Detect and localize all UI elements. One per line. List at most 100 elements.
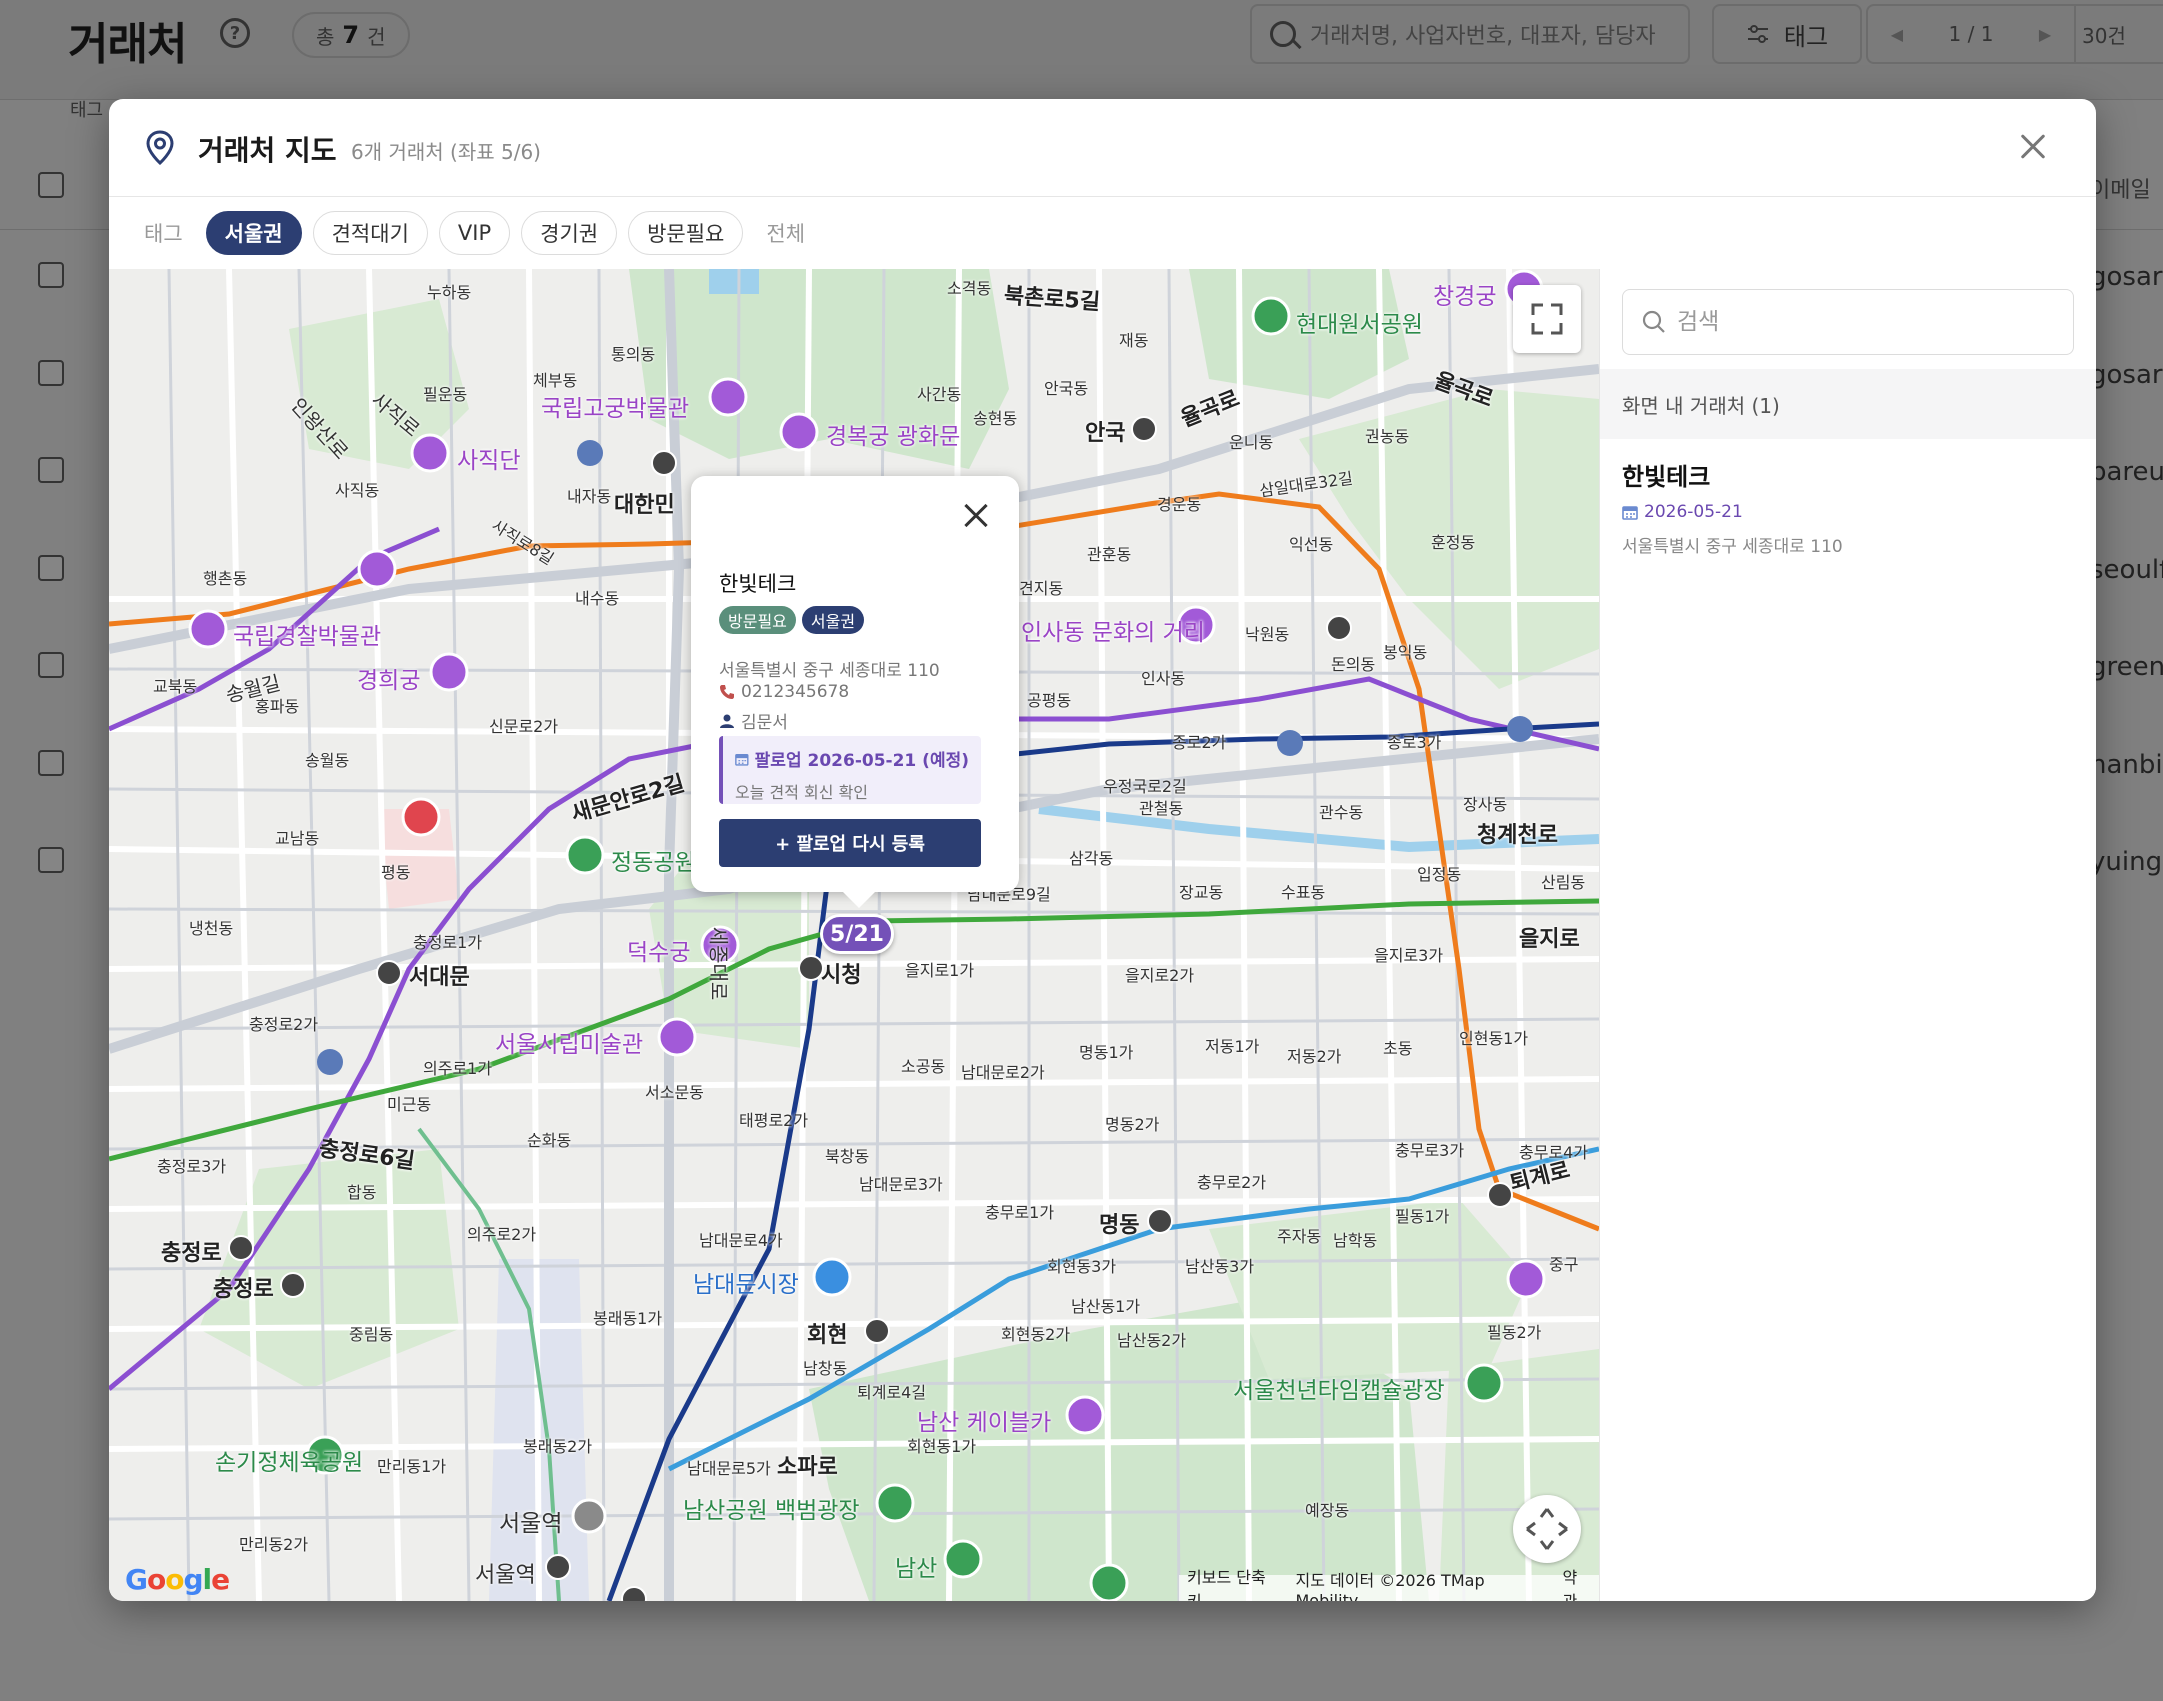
help-icon[interactable]: ? (220, 18, 250, 48)
area-hoehyeon1: 회현동1가 (907, 1437, 977, 1456)
poi-hyundai-park: 현대원서공원 (1296, 312, 1423, 338)
per-page-select[interactable]: 30건 (2064, 4, 2163, 64)
poi-seoul-museum-of-art: 서울시립미술관 (495, 1032, 644, 1058)
keyboard-shortcuts-link[interactable]: 키보드 단축키 (1187, 1564, 1277, 1601)
station-myeongdong: 명동 (1099, 1213, 1140, 1238)
row-checkbox[interactable] (38, 360, 64, 386)
email-column-header: 이메일 (2090, 178, 2151, 203)
list-item[interactable]: 한빛테크 2026-05-21 서울특별시 중구 세종대로 110 (1600, 439, 2096, 559)
row-checkbox[interactable] (38, 652, 64, 678)
tag-filter-label: 태그 (144, 222, 183, 246)
area-chungjeongro2: 충정로2가 (249, 1015, 319, 1034)
row-checkbox[interactable] (38, 262, 64, 288)
station-seodaemun: 서대문 (409, 965, 470, 990)
tag-chip-vip[interactable]: VIP (438, 211, 511, 255)
close-icon[interactable] (2015, 129, 2051, 165)
popup-tags: 방문필요 서울권 (719, 606, 865, 634)
map-data-credit: 지도 데이터 ©2026 TMap Mobility (1295, 1570, 1485, 1602)
area-sunhwa: 순화동 (527, 1131, 572, 1150)
tag-filter-button[interactable]: 태그 (1712, 4, 1862, 64)
popup-close-icon[interactable] (961, 500, 993, 532)
fullscreen-button[interactable] (1513, 285, 1581, 353)
area-sajik: 사직동 (335, 481, 380, 500)
sliders-icon (1747, 25, 1768, 43)
poi-namsan-park: 남산공원 백범광장 (683, 1498, 860, 1524)
popup-tag-seoul: 서울권 (801, 606, 865, 634)
area-chungmuro2: 충무로2가 (1197, 1173, 1267, 1192)
area-gyobuk: 교북동 (153, 677, 198, 696)
next-page-icon[interactable]: ▶ (2039, 25, 2051, 44)
select-all-checkbox[interactable] (38, 172, 64, 198)
row-checkbox[interactable] (38, 750, 64, 776)
pagination: ◀ 1 / 1 ▶ (1866, 4, 2076, 64)
popup-followup-title-text: 팔로업 2026-05-21 (예정) (754, 751, 969, 771)
tag-chip-all[interactable]: 전체 (766, 218, 805, 248)
area-myeongdong1: 명동1가 (1079, 1043, 1134, 1062)
area-myeongdong2: 명동2가 (1105, 1115, 1160, 1134)
poi-sajikdan: 사직단 (457, 448, 521, 474)
tag-chip-seoul[interactable]: 서울권 (205, 211, 302, 255)
popup-address: 서울특별시 중구 세종대로 110 (719, 656, 940, 681)
phone-icon (720, 685, 734, 699)
terms-link[interactable]: 약관 (1562, 1564, 1591, 1601)
area-supyo: 수표동 (1281, 883, 1326, 902)
list-item-name: 한빛테크 (1622, 463, 1711, 491)
modal-subtitle: 6개 거래처 (좌표 5/6) (351, 140, 541, 164)
tag-chip-visit-needed[interactable]: 방문필요 (628, 211, 744, 255)
row-email: yuingh (2090, 847, 2163, 877)
area-jeodong1: 저동1가 (1205, 1037, 1260, 1056)
modal-header: 거래처 지도 6개 거래처 (좌표 5/6) (109, 99, 2096, 197)
area-gwansu: 관수동 (1319, 803, 1364, 822)
area-chungmuro1: 충무로1가 (985, 1203, 1055, 1222)
label-daehanmin: 대한민 (614, 493, 675, 518)
client-search-input[interactable]: 거래처명, 사업자번호, 대표자, 담당자 (1250, 4, 1690, 64)
area-haengchon: 행촌동 (203, 569, 248, 588)
tag-chip-quote-pending[interactable]: 견적대기 (312, 211, 428, 255)
area-ikseon: 익선동 (1289, 535, 1334, 554)
poi-police-museum: 국립경찰박물관 (233, 624, 382, 650)
list-item-date-text: 2026-05-21 (1644, 502, 1743, 522)
area-manri1: 만리동1가 (377, 1457, 447, 1476)
area-sogyeok: 소격동 (947, 279, 992, 298)
row-checkbox[interactable] (38, 457, 64, 483)
fullscreen-icon (1531, 303, 1563, 335)
search-placeholder: 거래처명, 사업자번호, 대표자, 담당자 (1310, 24, 1656, 49)
page-title: 거래처 (68, 19, 187, 70)
poi-seoul-station: 서울역 (499, 1511, 563, 1537)
person-icon (720, 714, 734, 728)
station-euljiro: 을지로 (1519, 927, 1580, 952)
area-euljiro1: 을지로1가 (905, 961, 975, 980)
area-namsan2: 남산동2가 (1117, 1331, 1187, 1350)
map-canvas[interactable]: 경복궁 광화문 국립고궁박물관 사직단 국립경찰박물관 경희궁 정동공원 덕수궁… (109, 269, 1599, 1601)
client-marker-cluster[interactable]: 5/21 (820, 914, 894, 954)
recenter-button[interactable] (1513, 1495, 1581, 1563)
area-hoehyeon3: 회현동3가 (1047, 1257, 1117, 1276)
area-inhyeon: 인현동1가 (1459, 1029, 1529, 1048)
poi-timecapsule-plaza: 서울천년타임캡슐광장 (1233, 1378, 1445, 1404)
area-pilun: 필운동 (423, 385, 468, 404)
station-anguk: 안국 (1085, 421, 1126, 446)
prev-page-icon[interactable]: ◀ (1891, 25, 1903, 44)
panel-search-box[interactable] (1622, 289, 2074, 355)
row-email: seoulf (2090, 555, 2163, 585)
area-namsan3: 남산동3가 (1185, 1257, 1255, 1276)
area-songwol: 송월동 (305, 751, 350, 770)
area-chungjeongro1: 충정로1가 (413, 933, 483, 952)
popup-followup-box: 팔로업 2026-05-21 (예정) 오늘 견적 회신 확인 (719, 736, 981, 804)
tag-chip-gyeonggi[interactable]: 경기권 (521, 211, 618, 255)
move-arrows-icon (1526, 1508, 1568, 1550)
search-icon (1642, 310, 1665, 333)
area-chungmuro4: 충무로4가 (1519, 1143, 1589, 1162)
re-register-followup-button[interactable]: + 팔로업 다시 등록 (719, 819, 981, 867)
area-bongrae1: 봉래동1가 (593, 1309, 663, 1328)
row-checkbox[interactable] (38, 555, 64, 581)
poi-insadong-street: 인사동 문화의 거리 (1021, 620, 1205, 646)
panel-search-input[interactable] (1677, 309, 2057, 335)
area-jung: 중구 (1549, 1255, 1579, 1274)
area-jungrim: 중림동 (349, 1325, 394, 1344)
area-naengcheon: 냉천동 (189, 919, 234, 938)
row-checkbox[interactable] (38, 847, 64, 873)
client-list-panel: 화면 내 거래처 (1) 한빛테크 2026-05-21 서울특별시 중구 세종… (1599, 269, 2096, 1601)
tag-button-label: 태그 (1783, 22, 1829, 51)
area-chungmuro3: 충무로3가 (1395, 1141, 1465, 1160)
